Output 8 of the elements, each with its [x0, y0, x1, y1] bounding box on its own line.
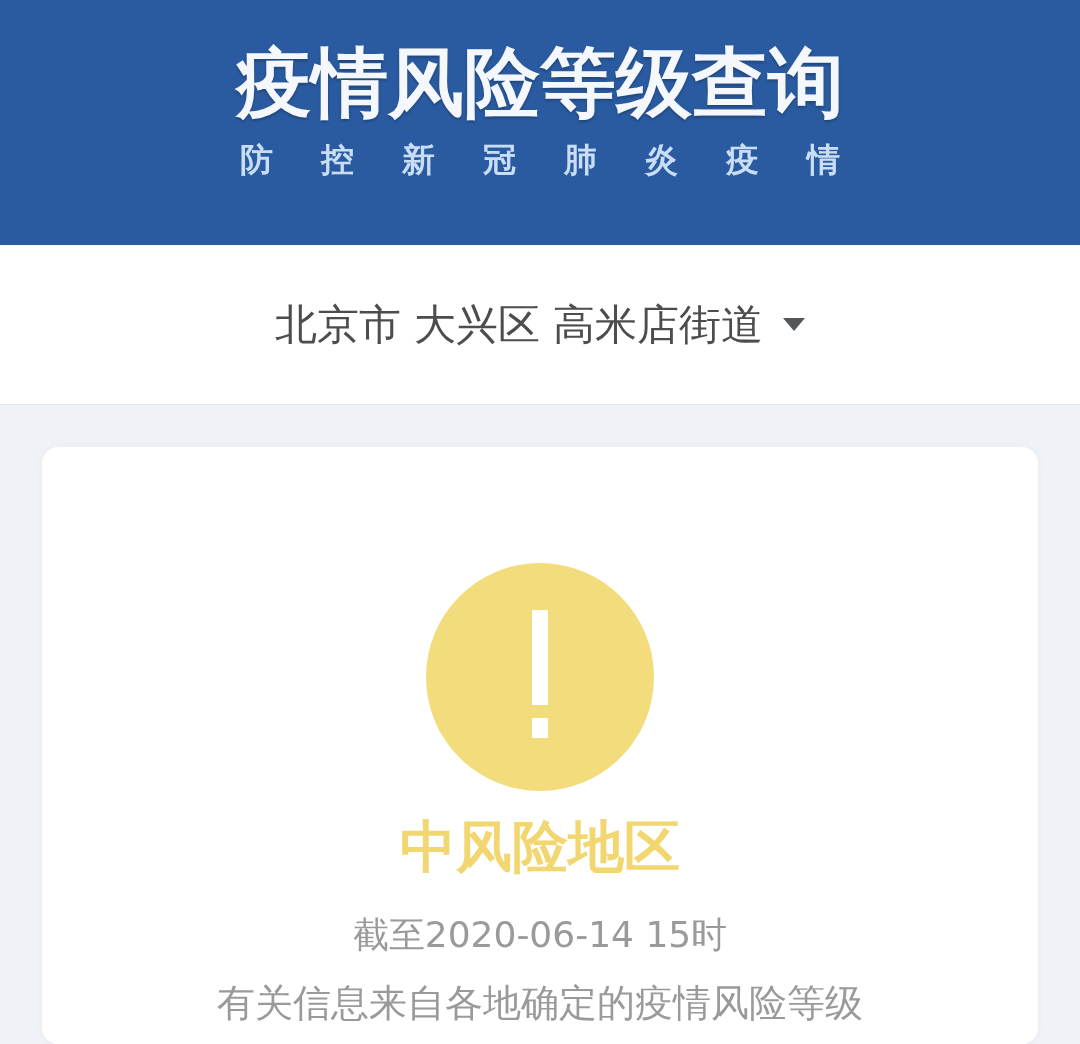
update-time: 截至2020-06-14 15时	[352, 913, 728, 957]
warning-icon	[426, 563, 654, 791]
risk-level: 中风险地区	[400, 815, 680, 879]
caret-icon	[783, 318, 806, 331]
page-subtitle: 防控新冠肺炎疫情	[240, 140, 888, 180]
page-title: 疫情风险等级查询	[236, 40, 844, 126]
info-note: 有关信息来自各地确定的疫情风险等级	[217, 980, 863, 1027]
location-dropdown[interactable]: 北京市 大兴区 高米店街道	[274, 298, 806, 351]
